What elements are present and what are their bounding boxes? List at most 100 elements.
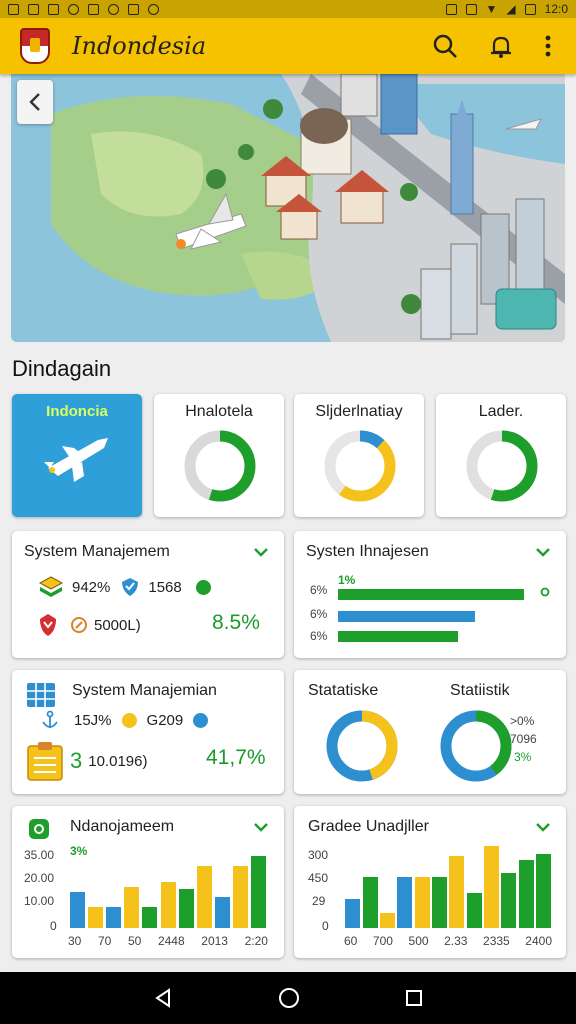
horizontal-bar [338,611,475,622]
chart-bar [362,876,378,928]
bar-label: 6% [310,629,328,643]
card-title: Statiistik [450,682,510,699]
chart-bar [449,856,465,928]
donut-chart [440,710,512,782]
radio-icon[interactable] [540,587,550,597]
notification-icon [108,3,119,15]
search-icon[interactable] [432,33,458,59]
tulip-icon [40,614,56,636]
stat-value: 5000L) [94,616,141,634]
gradee-unadjller-chart-card[interactable]: Gradee Unadjller 300 450 29 0 60 700 500… [294,806,566,958]
horizontal-bar [338,631,458,642]
nav-back-icon[interactable] [152,987,174,1009]
legend-item: 7096 [510,732,537,746]
chevron-down-icon[interactable] [254,822,268,832]
x-tick-label: 2.33 [444,934,468,948]
bar-chart-plot [68,856,268,928]
system-nav-bar [0,972,576,1024]
chart-bar [483,846,499,928]
tile-label: Sljderlnatiay [315,403,403,420]
legend-item: 3% [514,750,532,764]
x-tick-label: 2:20 [244,934,268,948]
wifi-icon: ▼ [485,2,498,16]
tile-label: Hnalotela [185,403,253,420]
legend-item: >0% [510,714,535,728]
app-bar: Indondesia [0,18,576,74]
tile-sljderlnatiay[interactable]: Sljderlnatiay [294,394,424,517]
chart-bar [466,893,482,928]
chevron-down-icon[interactable] [536,822,550,832]
clock-icon [71,617,87,633]
tile-lader[interactable]: Lader. [436,394,566,517]
bar-label: 6% [310,607,328,621]
statistik-card[interactable]: Statatiske Statiistik >0% 7096 3% [294,670,566,794]
card-title: System Manajemian [72,682,217,699]
tile-hnalotela[interactable]: Hnalotela [154,394,284,517]
ndanojameem-chart-card[interactable]: Ndanojameem 3% 35.00 20.00 10.00 0 30 70… [12,806,284,958]
signal-icon: ◢ [506,2,516,16]
notification-icon [148,3,159,15]
y-tick-label: 300 [308,848,329,862]
y-tick-label: 450 [308,871,329,885]
stat-value: 10.0196) [88,752,148,770]
card-title: Systen Ihnajesen [306,543,429,560]
x-tick-label: 70 [97,934,112,948]
status-bar: ▼ ◢ 12:0 [0,0,576,18]
logo-icon [20,28,50,64]
vibrate-icon [445,3,457,15]
anchor-icon [42,710,58,728]
chevron-down-icon[interactable] [254,547,268,557]
clipboard-icon [27,742,63,781]
chart-bar [178,889,194,928]
chevron-down-icon[interactable] [536,547,550,557]
chart-bar [87,907,103,928]
percent-value: 41,7% [206,746,266,769]
tile-label: Indoncia [46,403,108,420]
more-vert-icon[interactable] [544,34,552,58]
x-tick-label: 2335 [483,934,510,948]
clock-text: 12:0 [544,2,568,16]
system-manajemian-card[interactable]: System Manajemian 15J% G209 3 10.0196) 4… [12,670,284,794]
notification-icon [68,3,79,15]
x-tick-label: 700 [372,934,393,948]
stat-value: 1568 [148,578,182,596]
back-button[interactable] [17,80,53,124]
system-manajemem-card[interactable]: System Manajemem 942% 1568 5000L) 8.5% [12,531,284,658]
chart-bar [69,892,85,928]
card-title: System Manajemem [24,543,170,560]
chart-bar [160,881,176,928]
gear-icon [29,819,49,839]
battery-icon [524,3,536,15]
shield-icon [122,578,139,596]
section-title: Dindagain [12,356,112,381]
y-tick-label: 20.00 [24,871,55,885]
systen-ihnajesen-card[interactable]: Systen Ihnajesen 1% 6% 6% 6% [294,531,566,658]
chart-bar [142,907,158,928]
x-tick-label: 30 [68,934,82,948]
tile-indonesia[interactable]: Indoncia [12,394,142,517]
notification-icon [88,3,99,15]
chart-bar [518,860,534,928]
nav-recents-icon[interactable] [404,988,424,1008]
donut-chart [466,430,538,502]
status-dot [121,712,137,728]
chart-bar [215,897,231,928]
notification-icon [28,3,39,15]
x-tick-label: 2400 [525,934,552,948]
airplane-icon [44,438,108,482]
x-tick-label: 2448 [157,934,185,948]
stat-value: G209 [146,711,184,729]
status-dot [193,712,209,728]
stat-value: 942% [72,578,111,596]
x-tick-label: 50 [127,934,142,948]
x-tick-label: 2013 [201,934,228,948]
y-tick-label: 35.00 [24,848,55,862]
bell-icon[interactable] [488,33,514,59]
chart-bar [431,876,447,928]
bar-chart-plot [344,846,552,928]
tile-label: Lader. [478,403,524,420]
nav-home-icon[interactable] [277,986,301,1010]
chart-bar [196,866,212,928]
status-dot [195,579,211,595]
stack-icon [38,576,64,597]
